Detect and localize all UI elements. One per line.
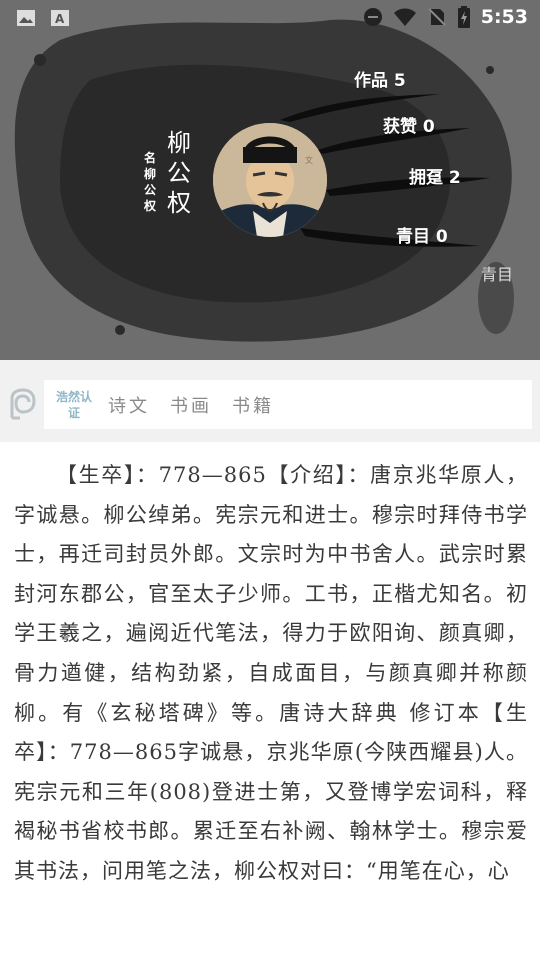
stat-favor-label: 青目 <box>396 227 430 247</box>
author-name: 柳公权 <box>167 129 191 217</box>
stat-works-label: 作品 <box>354 71 388 91</box>
wifi-icon <box>393 8 416 26</box>
tab-calligraphy-painting[interactable]: 书画 <box>170 392 212 418</box>
stat-followers[interactable]: 拥趸 2 <box>409 163 461 188</box>
stat-followers-value: 2 <box>448 168 461 188</box>
category-tabs: 浩然认证 诗文 书画 书籍 <box>44 380 532 429</box>
verified-badge: 浩然认证 <box>56 389 93 420</box>
status-bar: A 5:53 <box>0 0 540 38</box>
battery-icon <box>457 6 470 28</box>
stat-likes-value: 0 <box>422 117 435 137</box>
stat-works[interactable]: 作品 5 <box>354 66 406 91</box>
image-notification-icon <box>17 10 35 26</box>
tab-books[interactable]: 书籍 <box>232 392 274 418</box>
stat-works-value: 5 <box>393 71 406 91</box>
portrait-image: 文 <box>213 123 327 237</box>
stat-likes-label: 获赞 <box>383 117 417 137</box>
seal-mark: 青目 <box>480 265 513 284</box>
profile-header: A 5:53 作品 5 获赞 0 拥趸 2 青目 0 名 柳公权 柳公权 文 青… <box>0 0 540 360</box>
author-bio: 【生卒】：778—865【介绍】：唐京兆华原人，字诚悬。柳公绰弟。宪宗元和进士。… <box>14 463 528 883</box>
svg-text:文: 文 <box>305 155 313 165</box>
status-time: 5:53 <box>480 6 528 28</box>
no-sim-icon <box>428 8 446 26</box>
text-notification-icon: A <box>51 10 69 26</box>
tab-poetry[interactable]: 诗文 <box>108 392 150 418</box>
stat-likes[interactable]: 获赞 0 <box>383 112 435 137</box>
name-caption: 名 柳公权 <box>143 151 156 213</box>
stat-favor[interactable]: 青目 0 <box>396 222 448 247</box>
app-logo-icon[interactable] <box>8 388 38 422</box>
do-not-disturb-icon <box>363 8 382 26</box>
author-avatar[interactable]: 文 <box>213 123 327 237</box>
stat-followers-label: 拥趸 <box>409 168 443 188</box>
stat-favor-value: 0 <box>435 227 448 247</box>
svg-text:A: A <box>55 12 65 26</box>
